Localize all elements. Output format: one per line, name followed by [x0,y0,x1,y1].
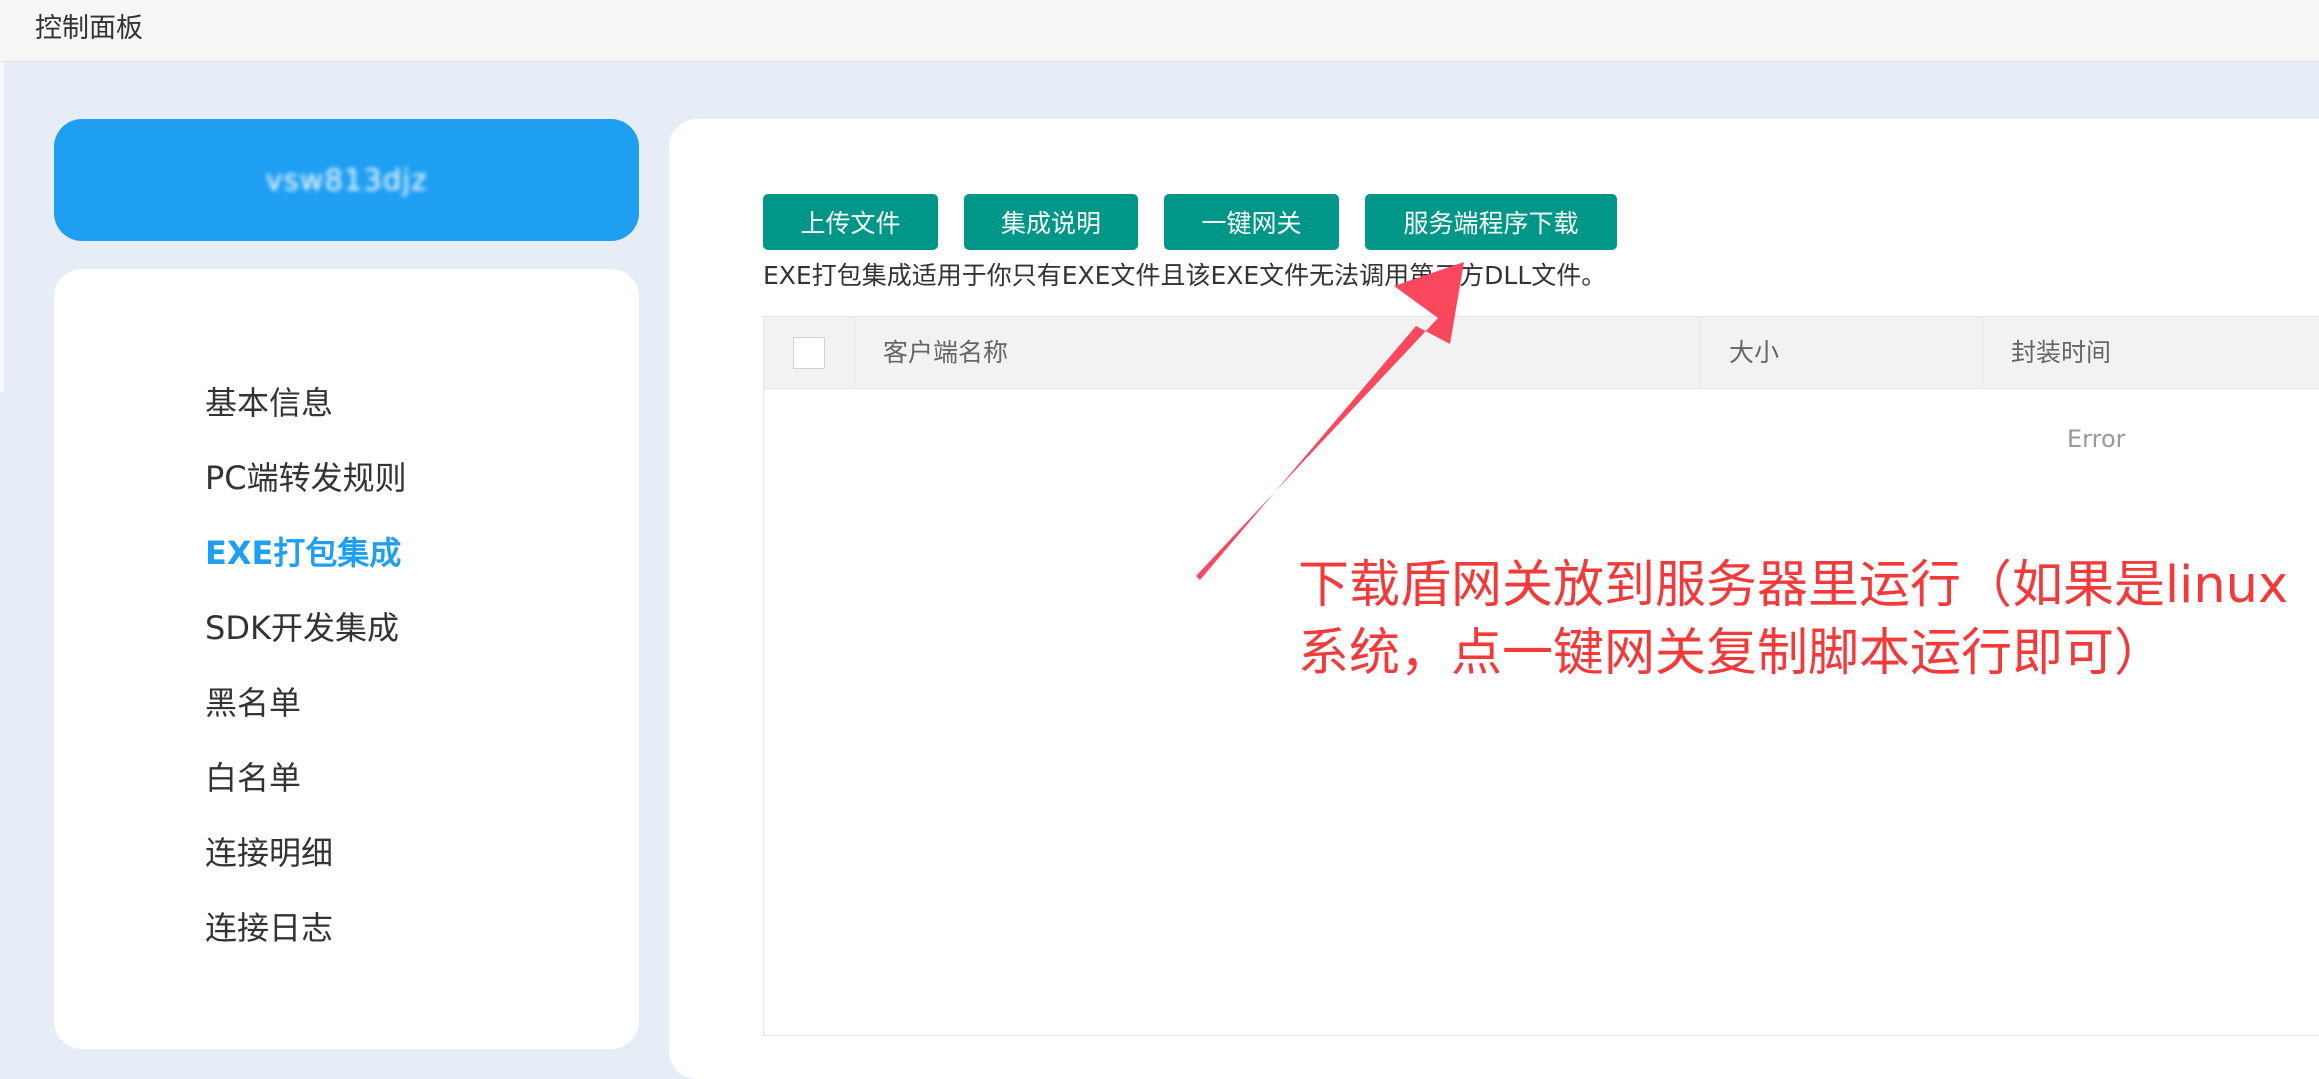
column-client-name[interactable]: 客户端名称 [854,317,1008,389]
sidebar-item-connection-details[interactable]: 连接明细 [205,828,333,874]
sidebar-item-basic-info[interactable]: 基本信息 [205,378,333,424]
sidebar-item-exe-packaging[interactable]: EXE打包集成 [205,528,401,574]
integration-guide-button[interactable]: 集成说明 [964,194,1138,250]
page-title: 控制面板 [35,13,143,44]
exe-packaging-hint: EXE打包集成适用于你只有EXE文件且该EXE文件无法调用第三方DLL文件。 [763,261,1607,290]
server-download-button[interactable]: 服务端程序下载 [1365,194,1617,250]
username: vsw813djz [265,163,428,197]
table-header: 客户端名称 大小 封装时间 [764,317,2319,389]
sidebar-item-blacklist[interactable]: 黑名单 [205,678,301,724]
top-bar: 控制面板 [0,0,2319,62]
column-size[interactable]: 大小 [1700,317,1779,389]
annotation-line-2: 系统，点一键网关复制脚本运行即可） [1298,624,2166,683]
table-empty-text: Error [2067,425,2126,453]
left-edge [0,62,4,392]
one-click-gateway-button[interactable]: 一键网关 [1164,194,1339,250]
sidebar-item-pc-forward-rules[interactable]: PC端转发规则 [205,453,407,499]
user-card: vsw813djz [54,119,639,241]
sidebar-item-whitelist[interactable]: 白名单 [205,753,301,799]
annotation-text: 下载盾网关放到服务器里运行（如果是linux 系统，点一键网关复制脚本运行即可） [1298,552,2318,688]
sidebar-item-sdk-integration[interactable]: SDK开发集成 [205,603,399,649]
select-all-checkbox[interactable] [793,337,825,369]
upload-file-button[interactable]: 上传文件 [763,194,938,250]
sidebar-item-connection-log[interactable]: 连接日志 [205,903,333,949]
column-pack-time[interactable]: 封装时间 [1982,317,2111,389]
annotation-line-1: 下载盾网关放到服务器里运行（如果是linux [1298,556,2289,615]
sidebar-menu: 基本信息 PC端转发规则 EXE打包集成 SDK开发集成 黑名单 白名单 连接明… [54,269,639,1049]
